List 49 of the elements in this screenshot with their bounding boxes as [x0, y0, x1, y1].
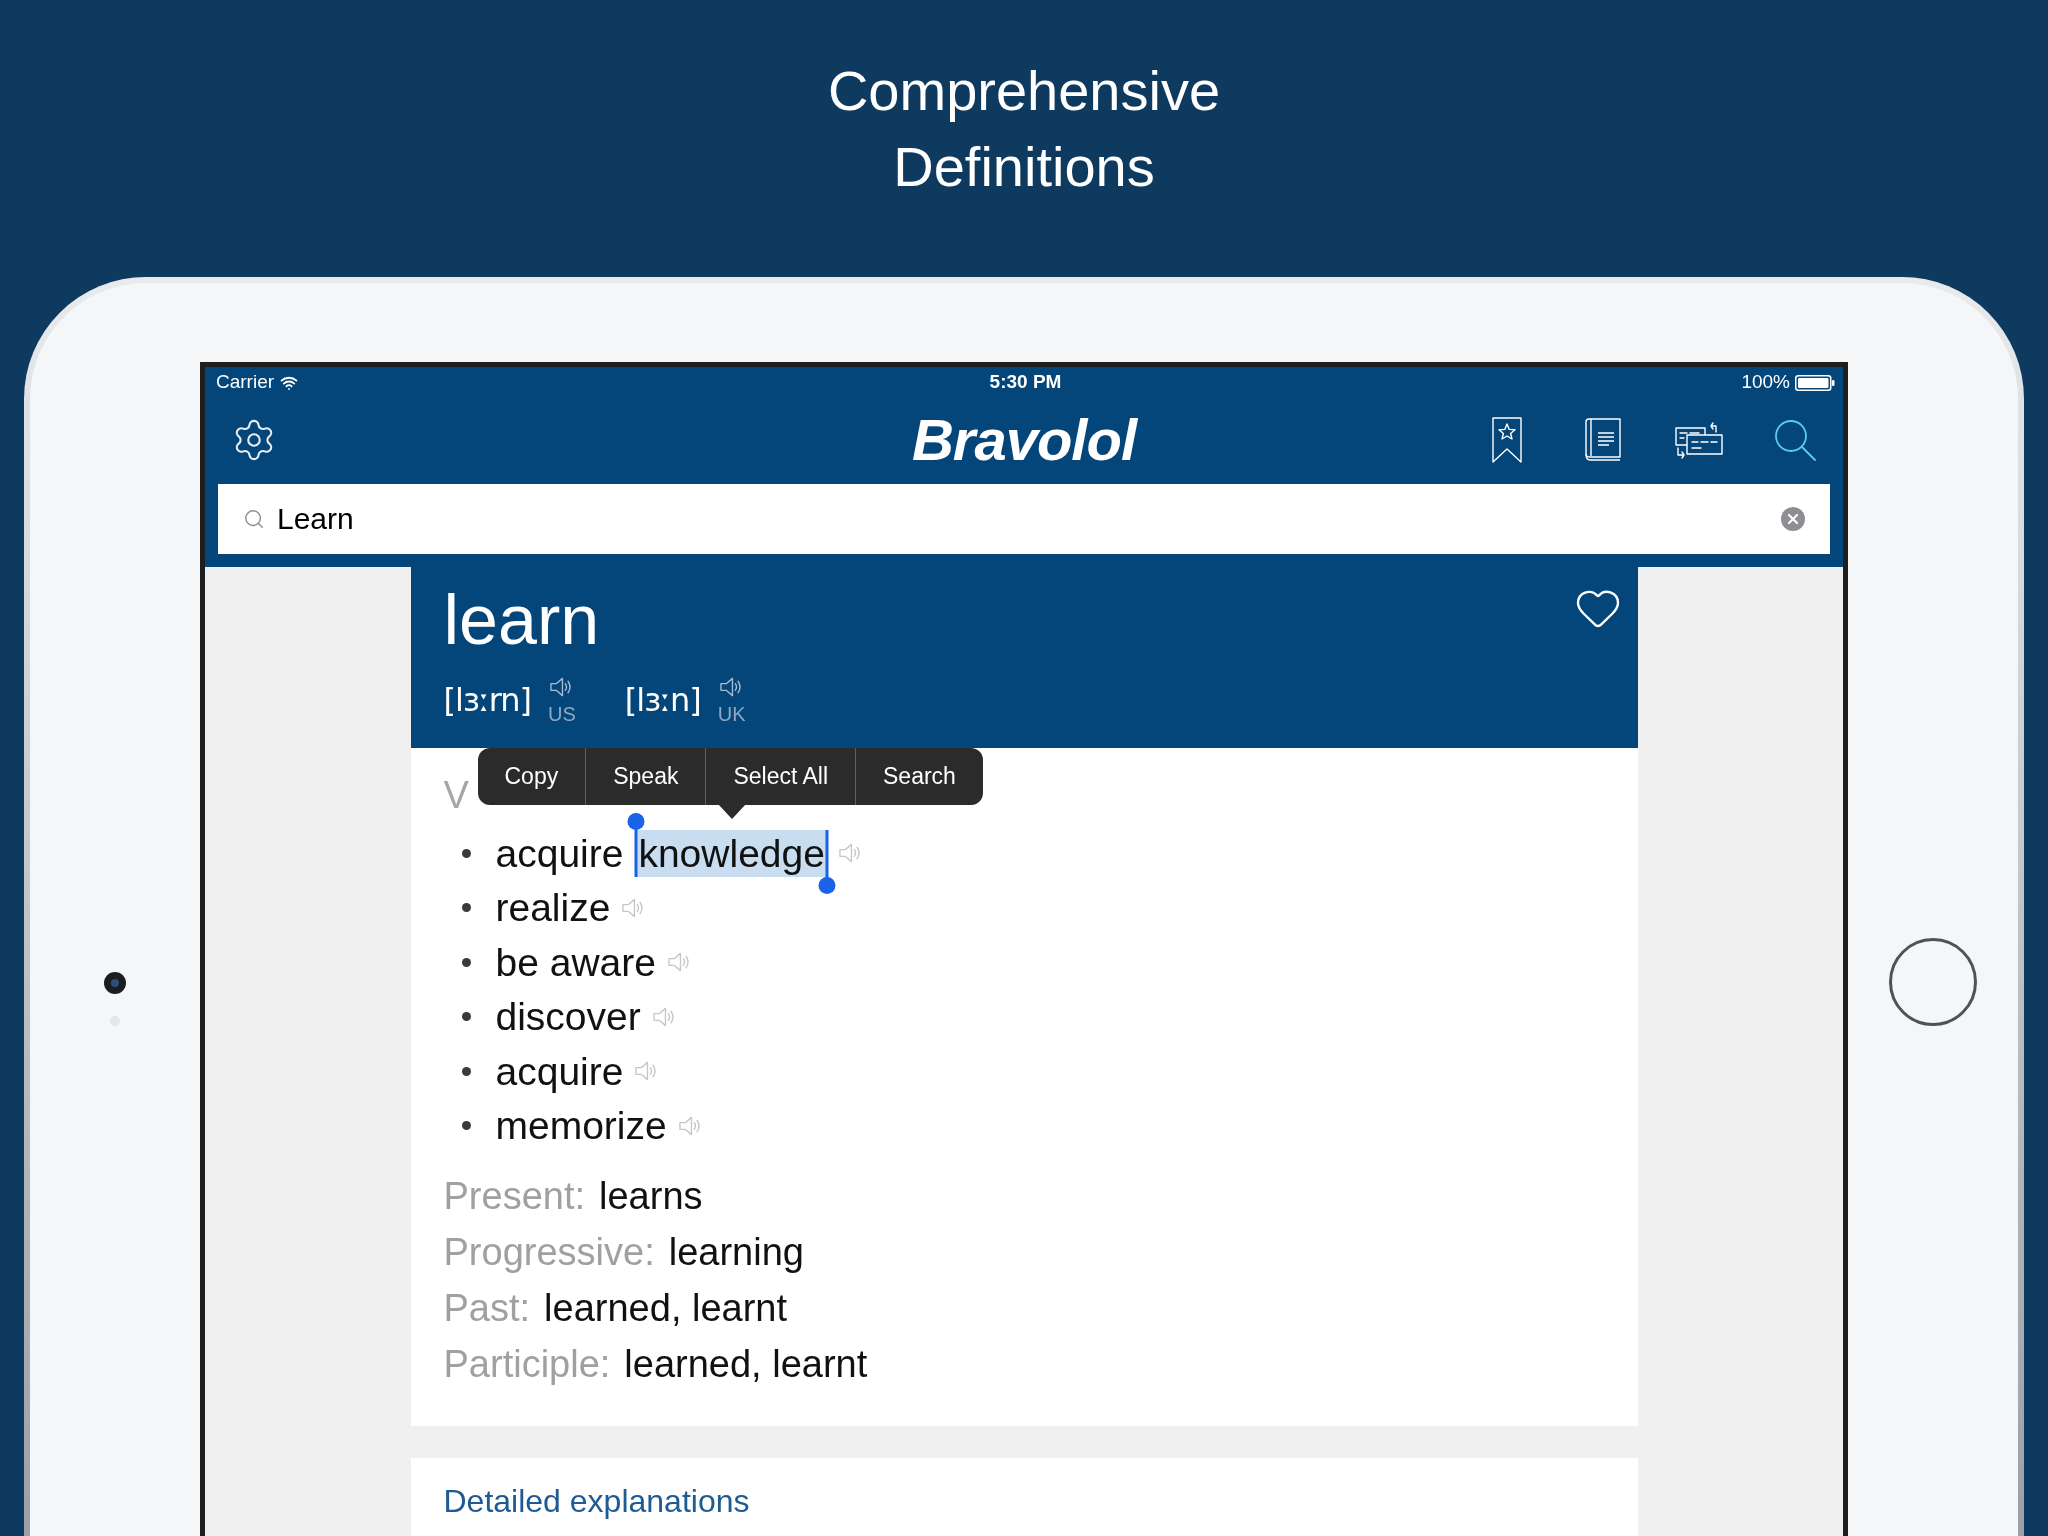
region-label: UK	[717, 703, 746, 725]
app-logo: Bravolol	[911, 408, 1137, 472]
bullet-icon	[461, 1012, 471, 1022]
synonym-text: discover	[495, 994, 641, 1041]
cards-arrows-icon[interactable]	[1675, 421, 1723, 459]
headword: learn	[443, 584, 600, 656]
pronunciation: [lɜːrn]	[443, 680, 532, 720]
bullet-icon	[461, 848, 471, 858]
synonym-text: realize	[495, 885, 611, 932]
section-link[interactable]: Detailed explanations	[443, 1483, 750, 1519]
search-icon[interactable]	[1774, 419, 1816, 461]
search-icon	[243, 508, 265, 530]
region-label: US	[548, 703, 576, 725]
selected-text[interactable]: knowledge	[636, 829, 827, 877]
inflection-value: learning	[668, 1230, 804, 1275]
headline: Comprehensive Definitions	[827, 58, 1221, 200]
bullet-icon	[461, 903, 471, 913]
bullet-icon	[461, 957, 471, 967]
speaker-icon[interactable]	[720, 676, 744, 698]
synonym-text: memorize	[495, 1103, 667, 1150]
context-menu-item[interactable]: Search	[855, 748, 983, 805]
battery-icon	[1795, 374, 1835, 391]
carrier-name: Carrier	[216, 370, 275, 395]
search-field[interactable]: Learn	[218, 484, 1830, 554]
inflection-value: learned, learnt	[624, 1342, 868, 1387]
inflection-label: Progressive:	[443, 1230, 655, 1275]
synonym-text: acquire	[495, 1048, 624, 1095]
book-icon[interactable]	[1585, 418, 1621, 462]
context-menu-item[interactable]: Copy	[477, 748, 586, 805]
pronunciation: [lɜːn]	[624, 680, 701, 720]
bullet-icon	[461, 1121, 471, 1131]
synonym-text: acquire	[495, 830, 624, 877]
battery-percent: 100%	[1741, 370, 1790, 395]
part-of-speech-label: V	[443, 773, 469, 818]
home-button[interactable]	[1889, 938, 1977, 1026]
camera-icon	[104, 972, 126, 994]
clear-icon[interactable]	[1781, 507, 1805, 531]
search-input[interactable]: Learn	[277, 499, 1781, 539]
inflection-label: Participle:	[443, 1342, 611, 1387]
clock-time: 5:30 PM	[989, 370, 1062, 395]
inflection-label: Past:	[443, 1286, 531, 1331]
inflection-value: learns	[599, 1174, 703, 1219]
bullet-icon	[461, 1066, 471, 1076]
speaker-icon[interactable]	[550, 676, 574, 698]
context-menu-item[interactable]: Speak	[585, 748, 706, 805]
inflection-value: learned, learnt	[544, 1286, 788, 1331]
inflection-label: Present:	[443, 1174, 586, 1219]
synonym-text: be aware	[495, 939, 656, 986]
bookmark-star-icon[interactable]	[1492, 417, 1522, 463]
